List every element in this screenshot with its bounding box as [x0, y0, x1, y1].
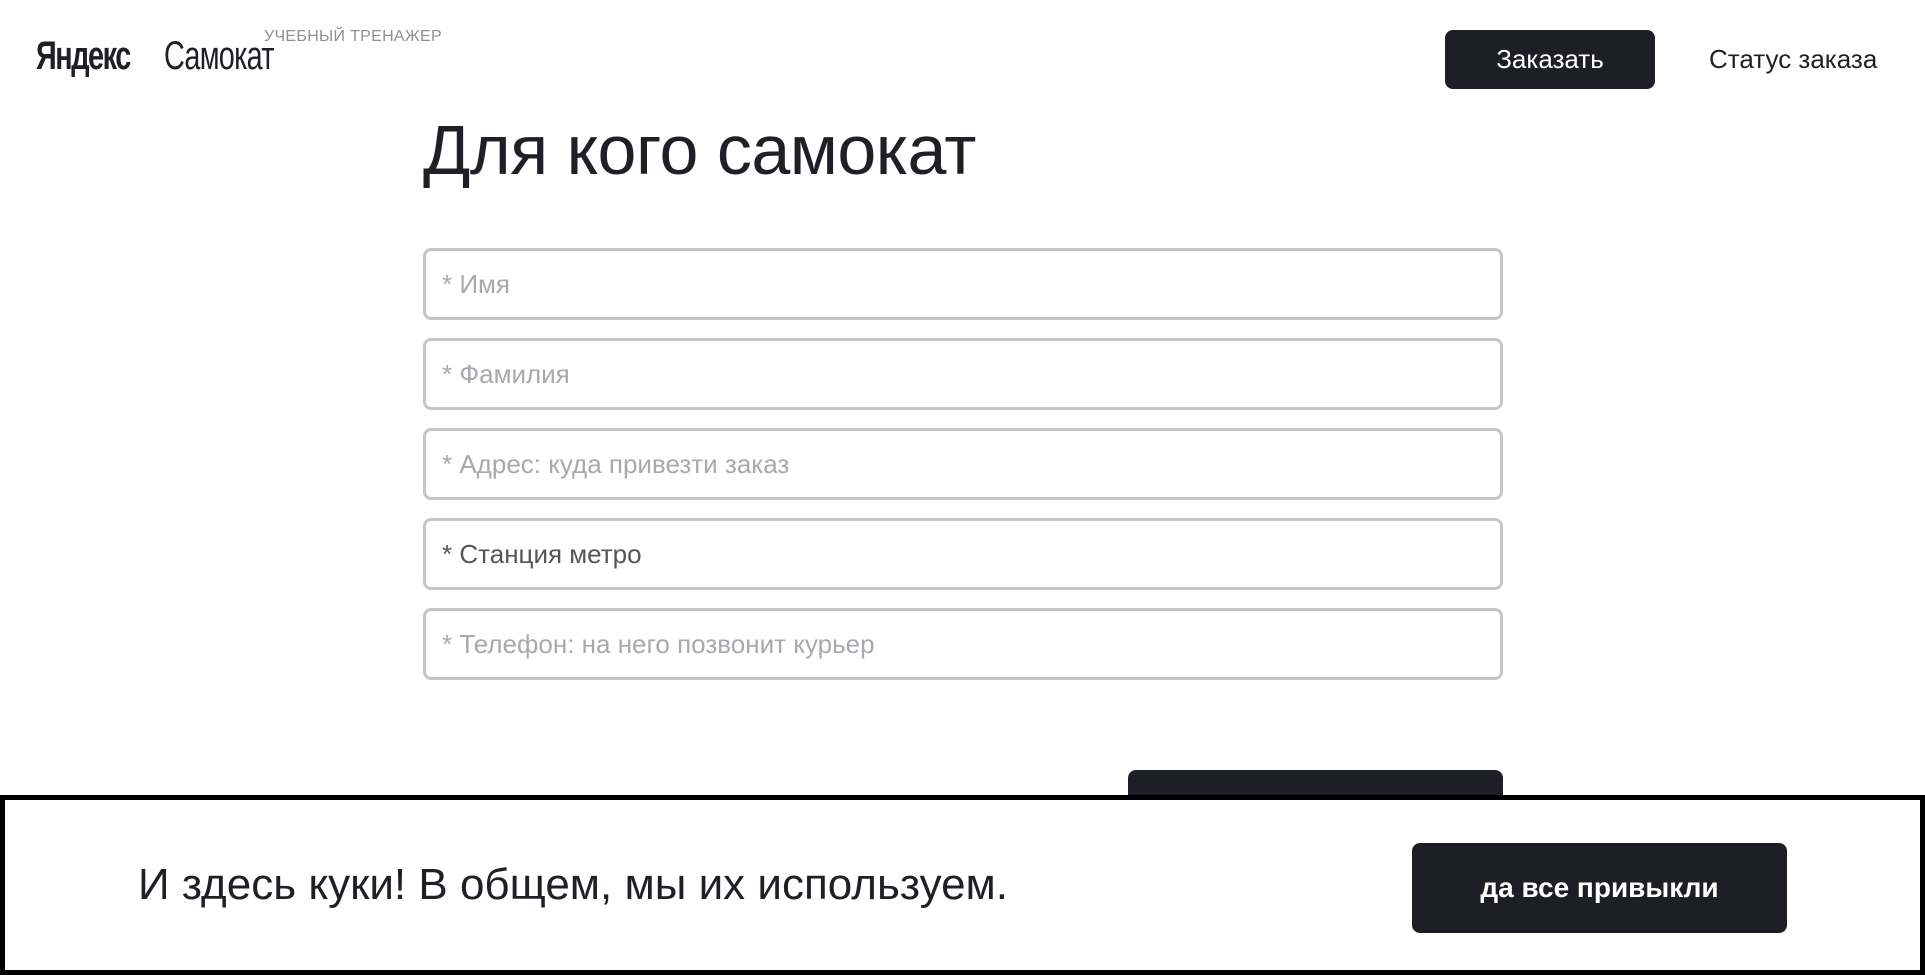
name-input[interactable]: [423, 248, 1503, 320]
metro-station-select[interactable]: [423, 518, 1503, 590]
site-header: Яндекс Самокат УЧЕБНЫЙ ТРЕНАЖЕР Заказать…: [0, 0, 1925, 110]
order-button[interactable]: Заказать: [1445, 30, 1655, 89]
address-input[interactable]: [423, 428, 1503, 500]
logo-subtitle: УЧЕБНЫЙ ТРЕНАЖЕР: [264, 28, 442, 45]
phone-input[interactable]: [423, 608, 1503, 680]
surname-input[interactable]: [423, 338, 1503, 410]
order-form: [423, 248, 1503, 698]
cookie-accept-button[interactable]: да все привыкли: [1412, 843, 1787, 933]
cookie-banner: И здесь куки! В общем, мы их используем.…: [0, 795, 1925, 975]
cookie-text: И здесь куки! В общем, мы их используем.: [138, 860, 1009, 909]
page-title: Для кого самокат: [423, 111, 976, 189]
logo-yandex: Яндекс: [36, 34, 131, 78]
logo-samokat: Самокат: [164, 34, 274, 78]
logo[interactable]: Яндекс Самокат: [36, 34, 292, 84]
order-status-link[interactable]: Статус заказа: [1709, 44, 1877, 75]
